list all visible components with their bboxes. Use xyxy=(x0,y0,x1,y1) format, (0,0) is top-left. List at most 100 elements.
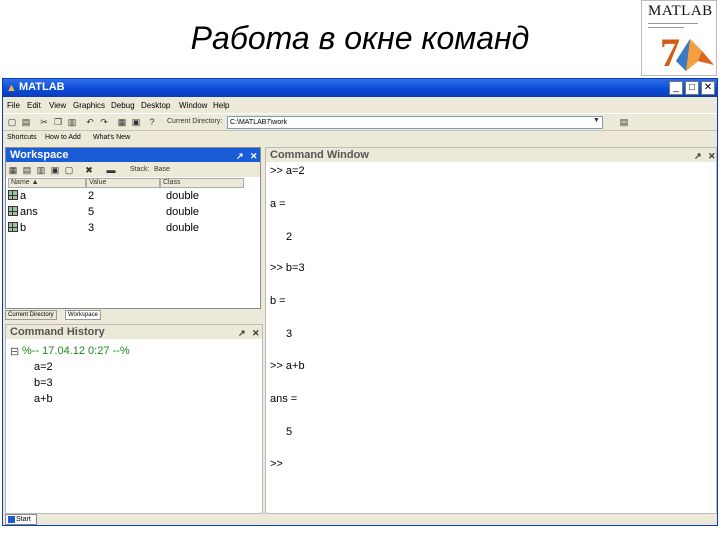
close-button[interactable]: ✕ xyxy=(701,81,715,95)
table-row[interactable]: a 2 double xyxy=(8,190,248,206)
variable-icon xyxy=(8,222,18,232)
var-value: 3 xyxy=(88,222,95,234)
new-file-icon[interactable]: ▢ xyxy=(7,117,17,127)
table-row[interactable]: b 3 double xyxy=(8,222,248,238)
menu-window[interactable]: Window xyxy=(179,101,207,110)
command-history-header: Command History ↗ ✕ xyxy=(6,325,262,339)
var-value: 5 xyxy=(88,206,95,218)
undock-icon[interactable]: ↗ xyxy=(694,149,702,163)
workspace-panel: Workspace ↗ ✕ ▦ ▤ ▥ ▣ ▢ ✖ ▬ Stack: Base … xyxy=(5,147,261,309)
var-class: double xyxy=(166,206,200,218)
print-icon[interactable]: ▢ xyxy=(64,165,74,175)
tab-current-directory[interactable]: Current Directory xyxy=(5,310,57,320)
variable-icon xyxy=(8,190,18,200)
var-class: double xyxy=(166,222,200,234)
shortcut-whats-new[interactable]: What's New xyxy=(93,134,130,141)
var-name: a xyxy=(20,190,27,202)
help-icon[interactable]: ? xyxy=(147,117,157,127)
plot-icon[interactable]: ▬ xyxy=(106,165,116,175)
undock-icon[interactable]: ↗ xyxy=(236,149,244,163)
menu-view[interactable]: View xyxy=(49,101,66,110)
shortcuts-label: Shortcuts xyxy=(7,134,37,141)
menu-graphics[interactable]: Graphics xyxy=(73,101,105,110)
start-button[interactable]: Start xyxy=(5,514,37,525)
cw-output: b = xyxy=(270,295,286,307)
matlab-logo: MATLAB 7 xyxy=(641,0,717,76)
history-entry[interactable]: a=2 xyxy=(34,361,53,373)
collapse-icon[interactable]: ⊟ xyxy=(10,345,19,358)
start-icon xyxy=(8,516,15,523)
paste-icon[interactable]: ▥ xyxy=(67,117,77,127)
open-file-icon[interactable]: ▤ xyxy=(21,117,31,127)
main-toolbar: ▢ ▤ ✂ ❐ ▥ ↶ ↷ ▦ ▣ ? Current Directory: C… xyxy=(3,113,717,131)
table-row[interactable]: ans 5 double xyxy=(8,206,248,222)
cut-icon[interactable]: ✂ xyxy=(39,117,49,127)
cw-output: a = xyxy=(270,198,286,210)
slide-title: Работа в окне команд xyxy=(190,20,530,56)
menu-desktop[interactable]: Desktop xyxy=(141,101,170,110)
workspace-title: Workspace xyxy=(10,149,69,161)
cw-command: >> b=3 xyxy=(270,262,305,274)
title-bar[interactable]: ▲ MATLAB _ □ ✕ xyxy=(3,79,717,97)
column-name[interactable]: Name ▲ xyxy=(8,178,86,188)
menu-edit[interactable]: Edit xyxy=(27,101,41,110)
var-class: double xyxy=(166,190,200,202)
cw-command: >> a=2 xyxy=(270,165,305,177)
save-icon[interactable]: ▣ xyxy=(50,165,60,175)
stack-select[interactable]: Base xyxy=(154,166,170,173)
start-label: Start xyxy=(16,516,31,523)
open-variable-icon[interactable]: ▤ xyxy=(22,165,32,175)
history-entry[interactable]: b=3 xyxy=(34,377,53,389)
var-value: 2 xyxy=(88,190,95,202)
command-window[interactable]: Command Window ↗ ✕ >> a=2 a = 2 >> b=3 b… xyxy=(265,147,717,514)
tab-workspace[interactable]: Workspace xyxy=(65,310,101,320)
column-value[interactable]: Value xyxy=(86,178,160,188)
undock-icon[interactable]: ↗ xyxy=(238,326,246,340)
new-variable-icon[interactable]: ▦ xyxy=(8,165,18,175)
close-icon[interactable]: ✕ xyxy=(250,149,258,163)
menu-debug[interactable]: Debug xyxy=(111,101,135,110)
minimize-button[interactable]: _ xyxy=(669,81,683,95)
close-icon[interactable]: ✕ xyxy=(708,149,716,163)
cw-prompt[interactable]: >> xyxy=(270,458,283,470)
menu-file[interactable]: File xyxy=(7,101,20,110)
shortcuts-bar: Shortcuts How to Add What's New xyxy=(3,132,717,145)
logo-text: MATLAB xyxy=(648,3,713,19)
close-icon[interactable]: ✕ xyxy=(252,326,260,340)
chevron-down-icon[interactable]: ▼ xyxy=(593,117,600,124)
guide-icon[interactable]: ▣ xyxy=(131,117,141,127)
history-entry[interactable]: a+b xyxy=(34,393,53,405)
var-name: b xyxy=(20,222,27,234)
logo-rule xyxy=(648,23,698,24)
browse-folder-icon[interactable]: ▤ xyxy=(619,117,629,127)
redo-icon[interactable]: ↷ xyxy=(99,117,109,127)
cw-output: 3 xyxy=(286,328,293,340)
menu-bar: File Edit View Graphics Debug Desktop Wi… xyxy=(3,98,717,113)
shortcut-how-to-add[interactable]: How to Add xyxy=(45,134,81,141)
cw-output: ans = xyxy=(270,393,298,405)
status-bar: Start xyxy=(3,514,717,525)
variable-icon xyxy=(8,206,18,216)
menu-help[interactable]: Help xyxy=(213,101,229,110)
maximize-button[interactable]: □ xyxy=(685,81,699,95)
workspace-toolbar: ▦ ▤ ▥ ▣ ▢ ✖ ▬ Stack: Base xyxy=(6,162,260,177)
stack-label: Stack: xyxy=(130,166,150,173)
copy-icon[interactable]: ❐ xyxy=(53,117,63,127)
delete-icon[interactable]: ✖ xyxy=(84,165,94,175)
matlab-icon: ▲ xyxy=(6,82,17,94)
matlab-window: ▲ MATLAB _ □ ✕ File Edit View Graphics D… xyxy=(2,78,718,526)
history-session[interactable]: %-- 17.04.12 0:27 --% xyxy=(22,345,130,357)
simulink-icon[interactable]: ▦ xyxy=(117,117,127,127)
workspace-column-headers: Name ▲ Value Class xyxy=(8,178,244,188)
window-title: MATLAB xyxy=(19,81,65,93)
current-dir-label: Current Directory: xyxy=(167,118,223,125)
cw-command: >> a+b xyxy=(270,360,305,372)
command-window-header: Command Window ↗ ✕ xyxy=(266,148,716,162)
import-data-icon[interactable]: ▥ xyxy=(36,165,46,175)
cw-output: 5 xyxy=(286,426,293,438)
workspace-tabs: Current Directory Workspace xyxy=(5,310,261,321)
var-name: ans xyxy=(20,206,38,218)
column-class[interactable]: Class xyxy=(160,178,244,188)
current-dir-field[interactable]: C:\MATLAB7\work xyxy=(227,116,603,129)
undo-icon[interactable]: ↶ xyxy=(85,117,95,127)
